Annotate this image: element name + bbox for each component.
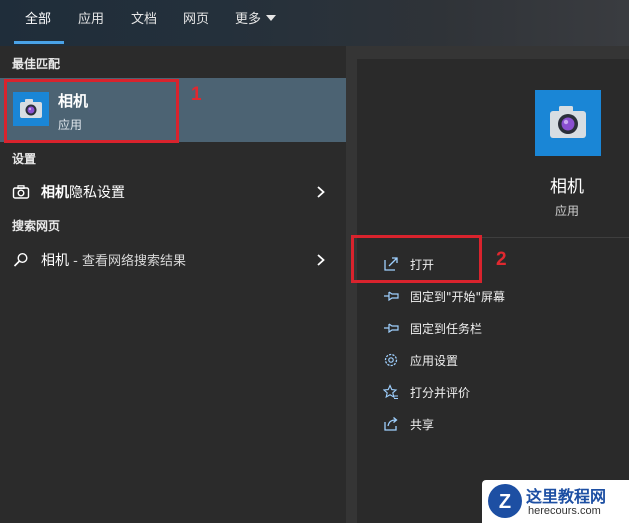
camera-outline-icon	[12, 184, 30, 200]
action-pin-taskbar-label: 固定到任务栏	[410, 322, 483, 336]
action-pin-start[interactable]: 固定到"开始"屏幕	[357, 281, 629, 311]
pin-icon	[383, 320, 399, 336]
highlight-box-1	[4, 79, 179, 143]
tab-apps[interactable]: 应用	[78, 0, 104, 46]
share-icon	[383, 416, 399, 432]
highlight-box-2	[351, 235, 482, 283]
site-name: 这里教程网	[526, 487, 607, 506]
action-rate-review[interactable]: 打分并评价	[357, 377, 629, 407]
search-icon	[12, 252, 30, 268]
detail-panel: 相机 应用 打开 固定到"开始"屏幕 固定到任务栏 应用设置 打分并评价 共享	[346, 46, 629, 523]
detail-card: 相机 应用 打开 固定到"开始"屏幕 固定到任务栏 应用设置 打分并评价 共享	[357, 59, 629, 523]
settings-result-label: 相机隐私设置	[41, 182, 125, 202]
tab-more[interactable]: 更多	[235, 0, 277, 46]
search-web-heading: 搜索网页	[12, 219, 61, 233]
settings-heading: 设置	[12, 152, 37, 166]
web-result-hint: - 查看网络搜索结果	[69, 254, 186, 269]
web-search-result[interactable]: 相机 - 查看网络搜索结果	[0, 244, 346, 276]
chevron-down-icon	[266, 15, 277, 21]
site-domain: herecours.com	[528, 505, 601, 517]
settings-result-rest: 隐私设置	[69, 185, 125, 201]
results-panel: 最佳匹配 相机 应用 1 设置 相机隐私设置 搜索网页 相机 - 查看网络搜索结…	[0, 46, 346, 523]
chevron-right-icon[interactable]	[316, 252, 326, 266]
best-match-heading: 最佳匹配	[12, 57, 61, 71]
pin-icon	[383, 288, 399, 304]
annotation-number-1: 1	[191, 84, 202, 105]
settings-result-camera-privacy[interactable]: 相机隐私设置	[0, 176, 346, 208]
annotation-number-2: 2	[496, 249, 507, 270]
tab-more-label: 更多	[235, 12, 262, 27]
action-share-label: 共享	[410, 418, 435, 432]
action-rate-review-label: 打分并评价	[410, 386, 471, 400]
active-tab-indicator	[14, 41, 64, 44]
tab-documents[interactable]: 文档	[131, 0, 157, 46]
settings-result-bold: 相机	[41, 185, 69, 201]
gear-icon	[383, 352, 399, 368]
action-share[interactable]: 共享	[357, 409, 629, 439]
camera-icon	[535, 90, 601, 156]
action-pin-taskbar[interactable]: 固定到任务栏	[357, 313, 629, 343]
site-logo-letter: Z	[499, 491, 511, 513]
site-watermark: Z 这里教程网 herecours.com	[482, 480, 629, 523]
action-pin-start-label: 固定到"开始"屏幕	[410, 290, 506, 304]
action-app-settings[interactable]: 应用设置	[357, 345, 629, 375]
search-tab-bar: 全部 应用 文档 网页 更多	[0, 0, 629, 46]
web-result-label: 相机 - 查看网络搜索结果	[41, 250, 186, 270]
web-result-query: 相机	[41, 253, 69, 269]
chevron-right-icon[interactable]	[316, 184, 326, 198]
site-logo: Z	[488, 484, 522, 518]
tab-web[interactable]: 网页	[183, 0, 209, 46]
detail-app-subtitle: 应用	[554, 204, 579, 218]
tab-all[interactable]: 全部	[25, 0, 51, 46]
detail-app-title: 相机	[550, 177, 584, 197]
action-app-settings-label: 应用设置	[410, 354, 459, 368]
star-icon	[382, 384, 399, 400]
